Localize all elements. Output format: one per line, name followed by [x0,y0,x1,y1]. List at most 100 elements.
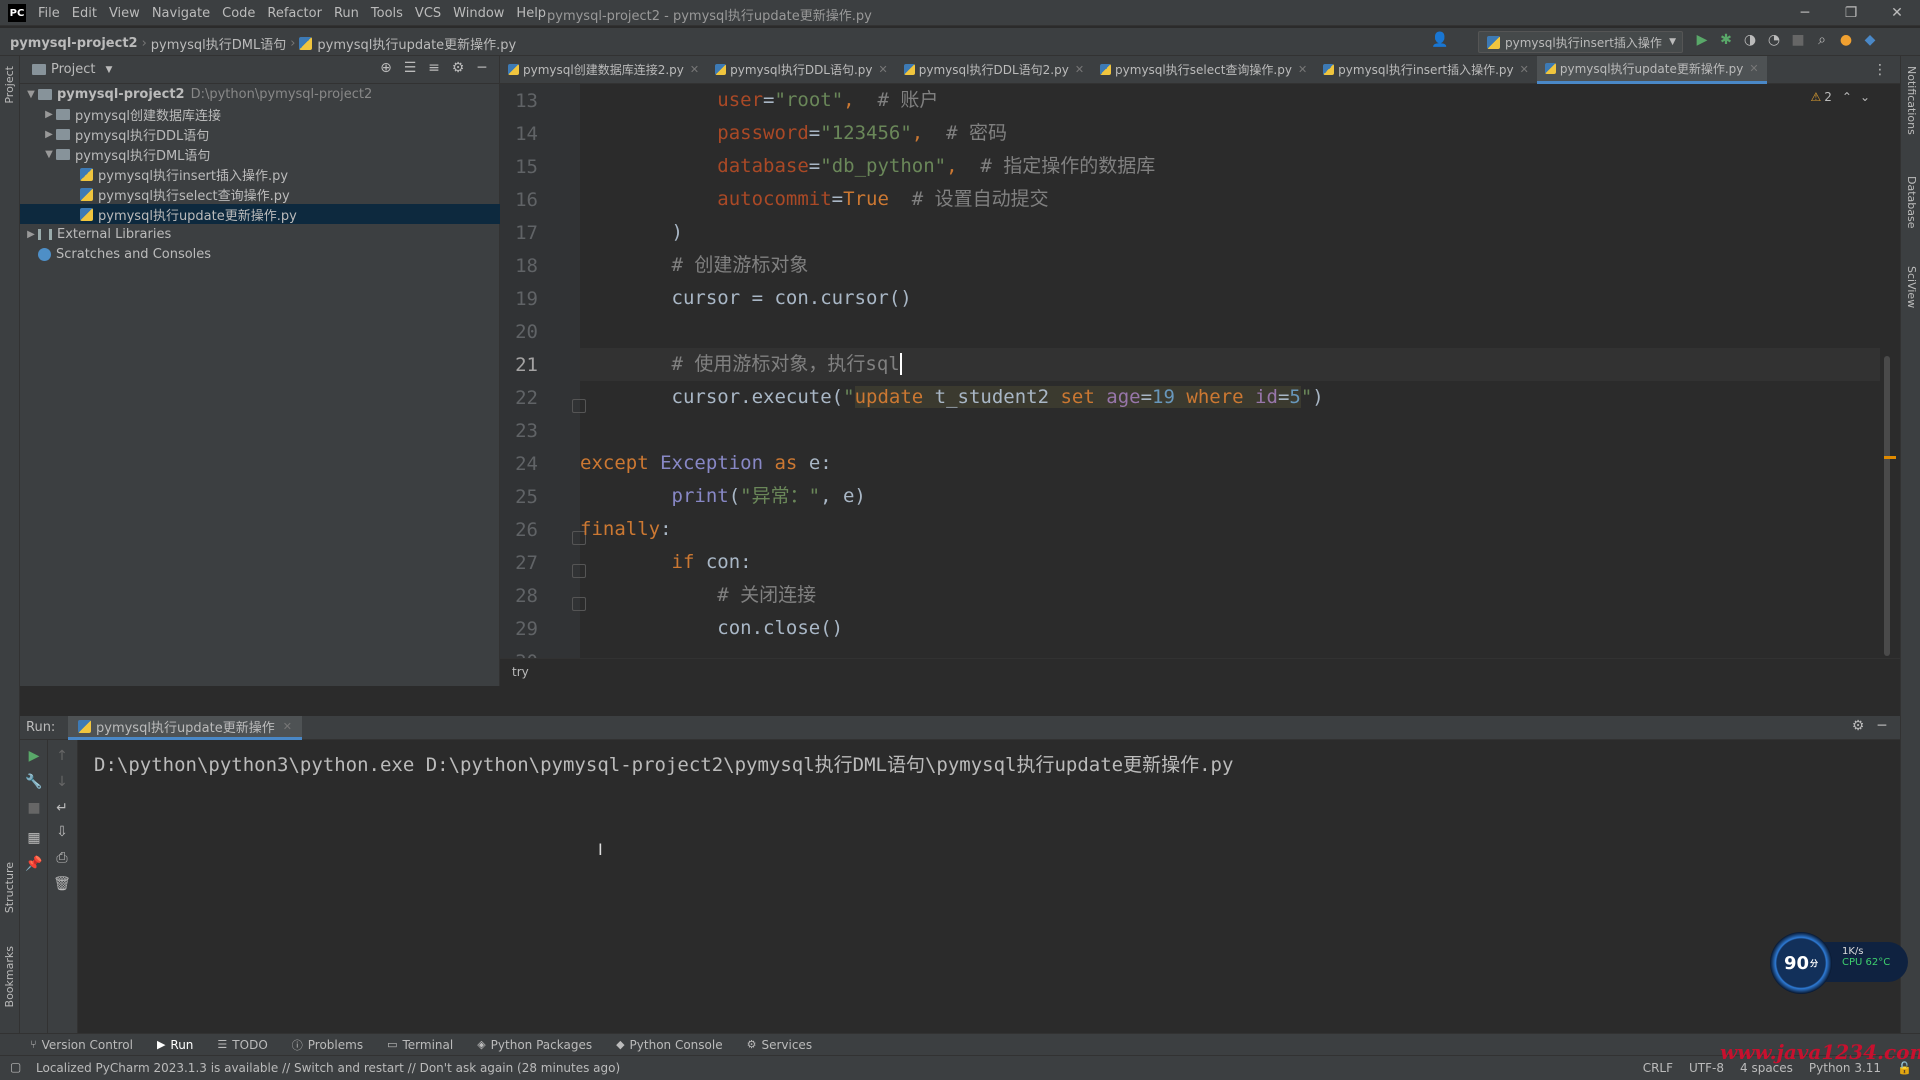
chevron-right-icon[interactable]: ▶ [42,109,56,120]
menu-window[interactable]: Window [453,6,504,21]
wrench-icon[interactable]: 🔧 [20,774,48,790]
close-tab-icon[interactable]: ✕ [283,720,292,733]
version-control-tool[interactable]: ⑂ Version Control [30,1038,133,1052]
stop-icon[interactable]: ■ [1786,32,1810,48]
breadcrumb-project[interactable]: pymysql-project2 [10,36,138,51]
menu-tools[interactable]: Tools [371,6,403,21]
menu-edit[interactable]: Edit [72,6,97,21]
layout-icon[interactable]: ▦ [20,830,48,846]
gear-icon[interactable]: ⚙ [1846,718,1870,734]
problems-tool[interactable]: ⓘ Problems [292,1037,363,1053]
close-tab-icon[interactable]: ✕ [1298,63,1307,76]
menu-run[interactable]: Run [334,6,359,21]
breadcrumb-file[interactable]: pymysql执行update更新操作.py [317,34,516,53]
database-tool-tab[interactable]: Database [1905,176,1918,229]
notifications-tool-tab[interactable]: Notifications [1905,66,1918,135]
restore-icon[interactable]: ❐ [1828,5,1874,21]
sciview-tool-tab[interactable]: SciView [1905,266,1918,308]
tree-item-file[interactable]: pymysql执行insert插入操作.py [20,164,500,184]
rerun-icon[interactable]: ▶ [20,748,48,764]
chevron-down-icon[interactable]: ▼ [42,149,56,160]
project-tool-tab[interactable]: Project [3,66,16,104]
run-tool[interactable]: ▶ Run [157,1038,193,1052]
editor-tab[interactable]: pymysql执行DDL语句2.py ✕ [896,56,1092,84]
more-tabs-icon[interactable]: ⋮ [1868,62,1892,78]
user-icon[interactable]: 👤 [1428,32,1452,48]
hide-icon[interactable]: ─ [1870,718,1894,734]
performance-widget[interactable]: 1K/s CPU 62°C 90 分 [1770,932,1908,994]
menu-navigate[interactable]: Navigate [152,6,210,21]
chevron-right-icon[interactable]: ▶ [24,229,38,240]
pin-icon[interactable]: 📌 [20,856,48,872]
soft-wrap-icon[interactable]: ↵ [48,800,76,816]
editor-tab[interactable]: pymysql创建数据库连接2.py ✕ [500,56,707,84]
tree-item-folder[interactable]: ▼ pymysql执行DML语句 [20,144,500,164]
arrow-up-icon[interactable]: ↑ [48,748,76,764]
trash-icon[interactable]: 🗑 [48,876,76,892]
tree-item-file-selected[interactable]: pymysql执行update更新操作.py [20,204,500,224]
tree-item-folder[interactable]: ▶ pymysql创建数据库连接 [20,104,500,124]
code-line: database="db_python", # 指定操作的数据库 [717,155,1156,177]
minimize-icon[interactable]: ─ [1782,5,1828,21]
project-view-select[interactable]: Project ▼ [32,62,112,77]
services-tool[interactable]: ⚙ Services [747,1038,812,1052]
tree-item-external-libraries[interactable]: ▶ External Libraries [20,224,500,244]
editor-tab[interactable]: pymysql执行insert插入操作.py ✕ [1315,56,1537,84]
line-separator-widget[interactable]: CRLF [1643,1061,1673,1075]
jetbrains-icon[interactable]: ◆ [1858,32,1882,48]
tree-item-project-root[interactable]: ▼ pymysql-project2 D:\python\pymysql-pro… [20,84,500,104]
close-tab-icon[interactable]: ✕ [1520,63,1529,76]
stop-icon[interactable]: ■ [20,800,48,816]
todo-tool[interactable]: ☰ TODO [217,1038,267,1052]
close-icon[interactable]: ✕ [1874,5,1920,21]
expand-all-icon[interactable]: ☰ [398,60,422,76]
print-icon[interactable]: ⎙ [48,850,76,866]
menu-vcs[interactable]: VCS [415,6,441,21]
close-tab-icon[interactable]: ✕ [1749,62,1758,75]
editor-tab[interactable]: pymysql执行DDL语句.py ✕ [707,56,896,84]
gear-icon[interactable]: ⚙ [446,60,470,76]
run-tab[interactable]: pymysql执行update更新操作 ✕ [68,716,302,740]
console-output[interactable]: D:\python\python3\python.exe D:\python\p… [94,750,1233,777]
editor-tab-active[interactable]: pymysql执行update更新操作.py ✕ [1536,55,1767,84]
hide-icon[interactable]: ─ [470,60,494,76]
locate-icon[interactable]: ⊕ [374,60,398,76]
close-tab-icon[interactable]: ✕ [690,63,699,76]
update-icon[interactable]: ● [1834,32,1858,48]
chevron-right-icon[interactable]: ▶ [42,129,56,140]
code-area[interactable]: user="root", # 账户 password="123456", # 密… [580,84,1900,658]
profile-icon[interactable]: ◔ [1762,32,1786,48]
close-tab-icon[interactable]: ✕ [1075,63,1084,76]
scroll-to-end-icon[interactable]: ⇩ [48,824,76,840]
terminal-tool[interactable]: ▭ Terminal [387,1038,453,1052]
user-menu[interactable]: 👤 [1428,32,1452,48]
chevron-down-icon[interactable]: ▼ [24,89,38,100]
encoding-widget[interactable]: UTF-8 [1689,1061,1724,1075]
menu-view[interactable]: View [109,6,140,21]
arrow-down-icon[interactable]: ↓ [48,774,76,790]
menu-file[interactable]: File [38,6,60,21]
python-console-tool[interactable]: ◆ Python Console [616,1038,723,1052]
debug-icon[interactable]: ✱ [1714,32,1738,48]
status-message[interactable]: Localized PyCharm 2023.1.3 is available … [36,1061,620,1075]
python-packages-tool[interactable]: ◈ Python Packages [477,1038,592,1052]
menu-help[interactable]: Help [516,6,546,21]
editor-scrollbar[interactable] [1884,356,1890,656]
coverage-icon[interactable]: ◑ [1738,32,1762,48]
tree-item-scratches[interactable]: Scratches and Consoles [20,244,500,264]
status-window-icon[interactable]: ▢ [10,1060,21,1074]
tree-item-file[interactable]: pymysql执行select查询操作.py [20,184,500,204]
bookmarks-tool-tab[interactable]: Bookmarks [3,946,16,1007]
breadcrumb-folder[interactable]: pymysql执行DML语句 [151,34,286,53]
run-config-select[interactable]: pymysql执行insert插入操作 ▼ [1478,31,1683,53]
collapse-all-icon[interactable]: ≡ [422,60,446,76]
editor-breadcrumb[interactable]: try [500,658,1900,686]
structure-tool-tab[interactable]: Structure [3,862,16,913]
tree-item-folder[interactable]: ▶ pymysql执行DDL语句 [20,124,500,144]
search-icon[interactable]: ⌕ [1810,32,1834,48]
editor-tab[interactable]: pymysql执行select查询操作.py ✕ [1092,56,1315,84]
run-icon[interactable]: ▶ [1690,32,1714,48]
menu-code[interactable]: Code [222,6,255,21]
close-tab-icon[interactable]: ✕ [879,63,888,76]
menu-refactor[interactable]: Refactor [267,6,322,21]
